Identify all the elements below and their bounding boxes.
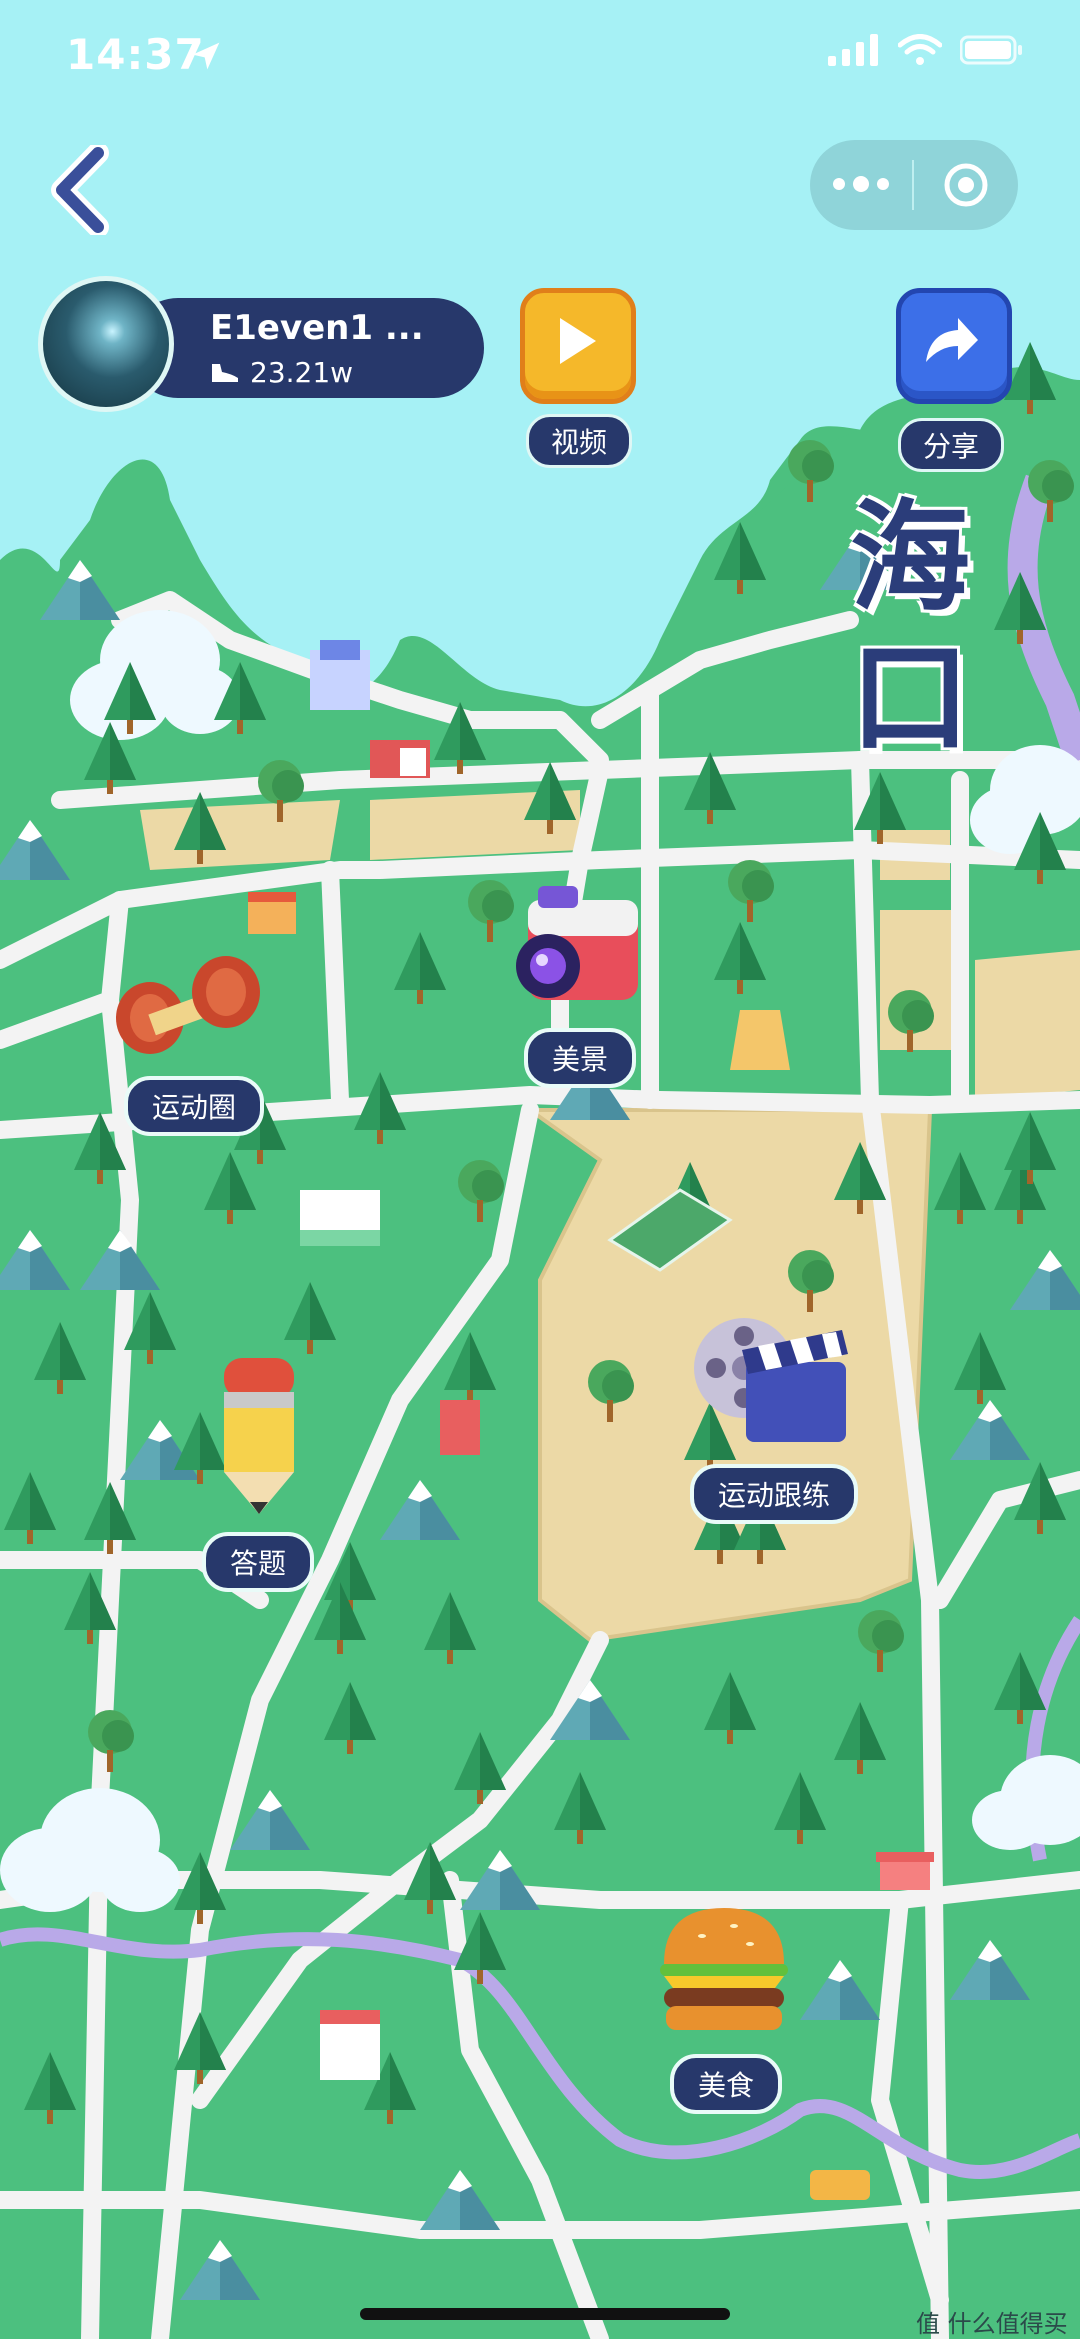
more-dots-icon — [833, 176, 889, 192]
battery-icon — [960, 35, 1022, 65]
back-chevron-icon[interactable] — [50, 145, 114, 235]
share-arrow-icon — [926, 318, 978, 362]
home-indicator[interactable] — [360, 2308, 730, 2320]
username: E1even1 ... — [210, 308, 424, 348]
pencil-icon[interactable] — [214, 1348, 304, 1518]
scenery-label[interactable]: 美景 — [524, 1028, 637, 1088]
quiz-label[interactable]: 答题 — [202, 1532, 315, 1592]
city-name-line2: 口 — [850, 627, 970, 768]
sports-circle-label[interactable]: 运动圈 — [124, 1076, 265, 1136]
exercise-follow-label[interactable]: 运动跟练 — [690, 1464, 859, 1524]
status-time: 14:37 — [66, 30, 205, 79]
close-miniprogram-button[interactable] — [914, 161, 1018, 209]
more-button[interactable] — [810, 176, 912, 192]
video-button[interactable] — [520, 288, 636, 404]
location-arrow-icon — [192, 42, 220, 70]
share-label[interactable]: 分享 — [898, 418, 1005, 472]
film-clapper-icon[interactable] — [686, 1310, 856, 1450]
dumbbell-icon[interactable] — [110, 950, 270, 1060]
user-profile[interactable]: E1even1 ... 23.21w — [38, 276, 484, 412]
shoe-icon — [212, 364, 238, 382]
wifi-icon — [898, 34, 942, 65]
video-label[interactable]: 视频 — [526, 414, 633, 468]
food-label[interactable]: 美食 — [670, 2054, 783, 2114]
play-icon — [560, 318, 596, 364]
target-close-icon — [944, 163, 988, 207]
step-count: 23.21w — [250, 356, 354, 389]
city-name: 海 口 — [840, 488, 980, 768]
camera-icon[interactable] — [508, 880, 648, 1010]
watermark: 值 什么值得买 — [916, 2310, 1068, 2338]
share-button[interactable] — [896, 288, 1012, 404]
capsule-menu — [810, 140, 1018, 230]
city-name-line1: 海 — [850, 487, 970, 628]
burger-icon[interactable] — [654, 1900, 794, 2040]
signal-icon — [828, 34, 878, 66]
status-icons — [828, 34, 1024, 66]
avatar[interactable] — [38, 276, 174, 412]
